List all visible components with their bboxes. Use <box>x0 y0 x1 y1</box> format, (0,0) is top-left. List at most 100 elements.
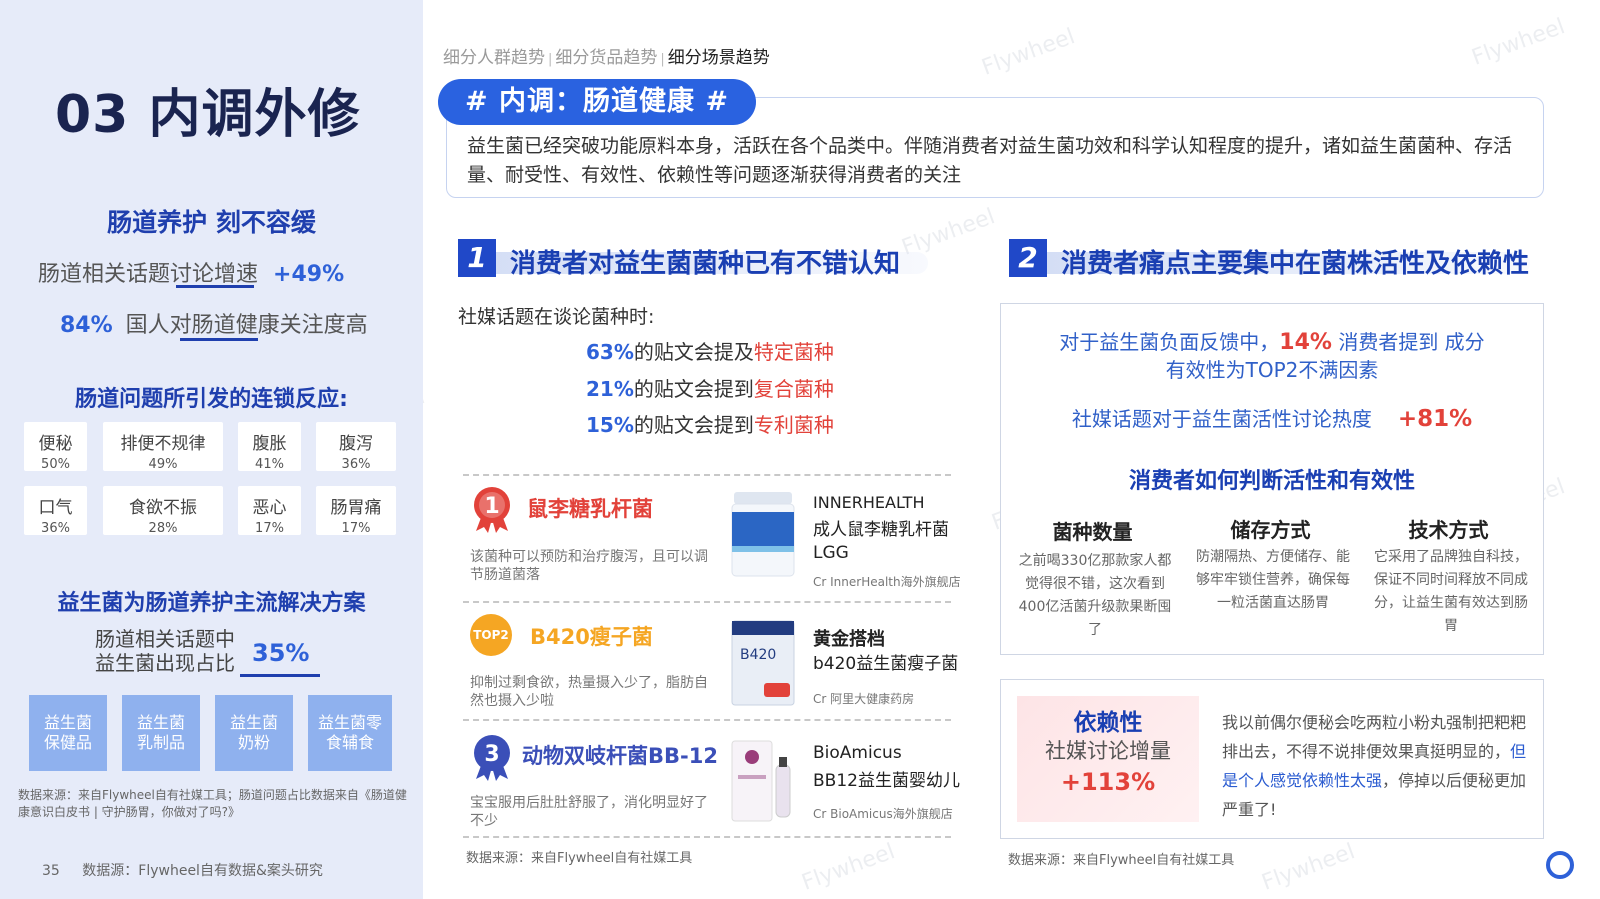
criteria-title: 技术方式 <box>1408 518 1489 542</box>
negative-feedback-line2: 有效性为TOP2不满因素 <box>1165 358 1379 382</box>
product-brand: BioAmicus <box>813 743 902 763</box>
breadcrumb-separator: | <box>660 52 665 67</box>
product-name: BB12益生菌婴幼儿 <box>813 771 960 791</box>
mention-text: 的贴文会提到 <box>633 413 754 437</box>
divider <box>463 836 951 838</box>
symptom-pct: 41% <box>255 457 284 472</box>
product-name: b420益生菌瘦子菌 <box>813 654 959 674</box>
mention-type: 复合菌种 <box>753 377 834 401</box>
left-panel: 03 内调外修 肠道养护 刻不容缓 肠道相关话题讨论增速 +49% 84% 国人… <box>0 0 423 899</box>
rank-1-badge-icon: 1 <box>474 487 510 533</box>
share-label: 肠道相关话题中 益生菌出现占比 <box>95 627 235 675</box>
watermark: Flywheel <box>1468 14 1569 71</box>
symptom-tile: 口气 36% <box>24 486 87 536</box>
divider <box>463 719 951 721</box>
page-footer: 35 数据源：Flywheel自有数据&案头研究 <box>42 860 323 880</box>
symptom-pct: 17% <box>255 521 284 536</box>
judgement-heading: 消费者如何判断活性和有效性 <box>1128 469 1415 494</box>
stat-value: +49% <box>273 262 345 287</box>
breadcrumb-item-goods[interactable]: 细分货品趋势 <box>555 48 657 68</box>
activity-heat-line: 社媒话题对于益生菌活性讨论热度 +81% <box>1010 403 1534 432</box>
strain-name: 鼠李糖乳杆菌 <box>527 497 653 521</box>
quote-text: 我以前偶尔便秘会吃两粒小粉丸强制把粑粑排出去，不得不说排便效果真挺明显的， <box>1222 713 1527 761</box>
rank-number: TOP2 <box>473 628 509 642</box>
watermark: Flywheel <box>1258 839 1359 896</box>
consumer-quote: 我以前偶尔便秘会吃两粒小粉丸强制把粑粑排出去，不得不说排便效果真挺明显的，但是个… <box>1222 708 1527 824</box>
section1-number: 1 <box>458 239 496 277</box>
solution-card: 益生菌 保健品 <box>29 695 107 771</box>
underline <box>240 674 320 677</box>
criteria-desc: 防潮隔热、方便储存、能够牢牢锁住营养，确保每一粒活菌直达肠胃 <box>1196 549 1350 611</box>
strain-desc: 抑制过剩食欲，热量摄入少了，脂肪自然也摄入少啦 <box>470 675 708 709</box>
mention-stat: 63%的贴文会提及特定菌种 <box>586 336 834 365</box>
breadcrumb-item-scene[interactable]: 细分场景趋势 <box>668 48 770 68</box>
section2-source: 数据来源：来自Flywheel自有社媒工具 <box>1008 853 1235 868</box>
negative-feedback-text-b: 消费者提到 成分 <box>1331 330 1485 354</box>
activity-heat-pct: +81% <box>1397 406 1473 432</box>
strain-name: B420瘦子菌 <box>530 625 653 649</box>
page-title: 03 内调外修 <box>55 85 361 145</box>
stat-label: 国人对肠道健康关注度高 <box>125 313 368 338</box>
criteria-title: 菌种数量 <box>1052 520 1133 544</box>
negative-feedback-pct: 14% <box>1279 330 1332 355</box>
product-credit: Cr BioAmicus海外旗舰店 <box>813 807 953 821</box>
mention-pct: 15% <box>586 413 634 437</box>
underline <box>176 285 254 288</box>
heading-chain-reaction: 肠道问题所引发的连锁反应: <box>75 387 348 412</box>
dependency-value: +113% <box>1060 768 1156 796</box>
mention-text: 的贴文会提及 <box>633 340 754 364</box>
symptom-pct: 49% <box>148 457 178 472</box>
symptom-pct: 50% <box>41 457 70 472</box>
symptom-tile: 腹泻 36% <box>316 422 396 472</box>
symptom-pct: 36% <box>341 457 371 472</box>
solution-label: 益生菌 乳制品 <box>136 713 185 752</box>
symptom-tile: 排便不规律 49% <box>103 422 223 472</box>
criteria-title: 储存方式 <box>1230 518 1311 542</box>
symptom-name: 恶心 <box>252 498 287 518</box>
symptom-tile: 恶心 17% <box>238 486 301 536</box>
solution-label: 益生菌 保健品 <box>43 713 92 752</box>
criteria-desc: 它采用了品牌独自科技，保证不同时间释放不同成分，让益生菌有效达到肠胃 <box>1374 549 1528 634</box>
symptom-tile: 便秘 50% <box>24 422 87 472</box>
mention-pct: 63% <box>586 340 634 364</box>
product-credit: Cr 阿里大健康药房 <box>813 692 915 706</box>
solution-card: 益生菌零 食辅食 <box>308 695 392 771</box>
topic-tag: # 内调：肠道健康 # <box>438 79 756 125</box>
symptom-name: 口气 <box>38 498 73 518</box>
strain-desc: 该菌种可以预防和治疗腹泻，且可以调节肠道菌落 <box>470 549 708 583</box>
symptom-pct: 36% <box>41 521 70 536</box>
section2-title: 消费者痛点主要集中在菌株活性及依赖性 <box>1061 249 1530 279</box>
watermark: Flywheel <box>798 839 899 896</box>
mention-stat: 21%的贴文会提到复合菌种 <box>586 373 834 402</box>
activity-heat-text: 社媒话题对于益生菌活性讨论热度 <box>1071 407 1372 431</box>
mention-pct: 21% <box>586 377 634 401</box>
section2-number: 2 <box>1009 239 1047 277</box>
strain-name: 动物双岐杆菌BB-12 <box>522 744 718 768</box>
mention-type: 特定菌种 <box>753 340 834 364</box>
symptom-tile: 食欲不振 28% <box>103 486 223 536</box>
share-label-line2: 益生菌出现占比 <box>95 651 235 675</box>
share-label-line1: 肠道相关话题中 <box>95 627 235 651</box>
mention-text: 的贴文会提到 <box>633 377 754 401</box>
product-jar-icon <box>731 492 795 577</box>
breadcrumb: 细分人群趋势 | 细分货品趋势 | 细分场景趋势 <box>443 43 770 68</box>
criteria-desc: 之前喝330亿那款家人都觉得很不错，这次看到400亿活菌升级款果断囤了 <box>1018 553 1172 638</box>
share-value: 35% <box>252 639 310 667</box>
symptom-pct: 17% <box>341 521 371 536</box>
product-brand: 黄金搭档 <box>813 629 885 650</box>
mention-stat: 15%的贴文会提到专利菌种 <box>586 409 834 438</box>
breadcrumb-item-people[interactable]: 细分人群趋势 <box>443 48 545 68</box>
footer-source: 数据源：Flywheel自有数据&案头研究 <box>82 863 323 879</box>
rank-3-badge-icon: 3 <box>474 735 510 781</box>
flywheel-logo-icon <box>1546 851 1574 879</box>
symptom-tile: 腹胀 41% <box>238 422 301 472</box>
product-credit: Cr InnerHealth海外旗舰店 <box>813 575 961 589</box>
mention-type: 专利菌种 <box>753 413 834 437</box>
svg-text:B420: B420 <box>740 647 776 663</box>
heading-probiotics-solution: 益生菌为肠道养护主流解决方案 <box>57 591 366 616</box>
heading-gut-care: 肠道养护 刻不容缓 <box>107 208 316 237</box>
product-box-icon: B420 <box>731 620 795 706</box>
strain-desc: 宝宝服用后肚肚舒服了，消化明显好了不少 <box>470 795 708 829</box>
symptom-name: 腹泻 <box>339 434 373 454</box>
solution-label: 益生菌 奶粉 <box>229 713 278 752</box>
